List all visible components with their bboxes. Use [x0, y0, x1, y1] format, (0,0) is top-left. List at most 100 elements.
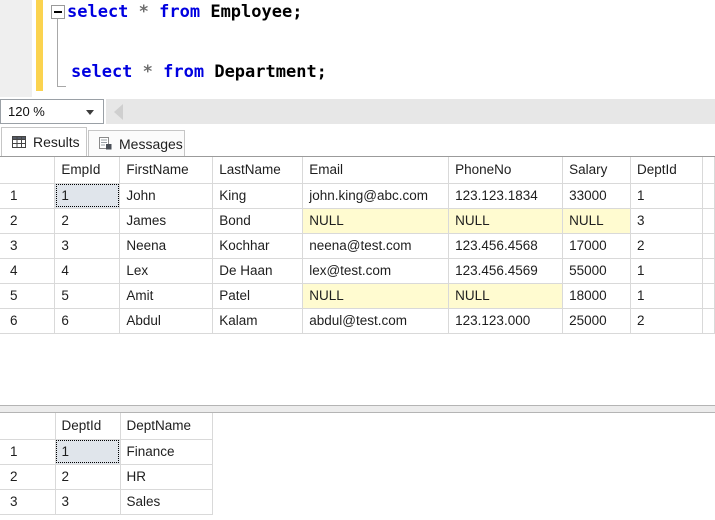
editor-bottom-strip: 120 %	[0, 97, 715, 126]
grid-cell[interactable]: De Haan	[213, 258, 303, 283]
row-number-cell[interactable]: 1	[0, 439, 55, 464]
column-header-email[interactable]: Email	[303, 157, 449, 183]
grid-cell[interactable]: Finance	[120, 439, 212, 464]
grid-cell[interactable]: NULL	[303, 208, 449, 233]
grid-row: 44LexDe Haanlex@test.com123.456.45695500…	[0, 258, 715, 283]
row-number-cell[interactable]: 5	[0, 283, 55, 308]
row-number-cell[interactable]: 2	[0, 208, 55, 233]
grid-cell[interactable]	[702, 283, 714, 308]
grid-cell[interactable]: Amit	[120, 283, 213, 308]
grid-cell[interactable]: 2	[631, 308, 703, 333]
grid-cell[interactable]: abdul@test.com	[303, 308, 449, 333]
sql-identifier: Employee;	[210, 2, 302, 22]
grid-cell[interactable]: 4	[55, 258, 120, 283]
department-results-grid-panel: DeptIdDeptName11Finance22HR33Sales	[0, 413, 715, 520]
grid-cell[interactable]: Sales	[120, 489, 212, 514]
row-number-cell[interactable]: 6	[0, 308, 55, 333]
tab-results-label: Results	[33, 134, 80, 150]
grid-row: 33Sales	[0, 489, 212, 514]
grid-cell[interactable]: 1	[631, 258, 703, 283]
scroll-left-icon[interactable]	[114, 104, 123, 120]
row-number-cell[interactable]: 1	[0, 183, 55, 208]
grid-cell[interactable]: Abdul	[120, 308, 213, 333]
grid-cell[interactable]: Kalam	[213, 308, 303, 333]
grid-cell[interactable]: 2	[55, 208, 120, 233]
grid-cell[interactable]: NULL	[303, 283, 449, 308]
grid-cell[interactable]: John	[120, 183, 213, 208]
column-header-firstname[interactable]: FirstName	[120, 157, 213, 183]
row-number-cell[interactable]: 4	[0, 258, 55, 283]
grid-cell[interactable]: 3	[55, 233, 120, 258]
grid-cell[interactable]: 5	[55, 283, 120, 308]
grid-splitter[interactable]	[0, 405, 715, 413]
sql-editor[interactable]: select * from Employee; select * from De…	[0, 0, 715, 97]
sql-keyword: from	[163, 62, 214, 82]
column-header-empty[interactable]	[702, 157, 714, 183]
column-header-lastname[interactable]: LastName	[213, 157, 303, 183]
grid-cell[interactable]: 1	[55, 439, 120, 464]
grid-cell[interactable]: 2	[631, 233, 703, 258]
grid-cell[interactable]: 3	[55, 489, 120, 514]
grid-cell[interactable]: 1	[631, 283, 703, 308]
grid-cell[interactable]: 33000	[563, 183, 631, 208]
tab-results[interactable]: Results	[1, 127, 87, 156]
grid-cell[interactable]: NULL	[449, 283, 563, 308]
grid-cell[interactable]: Bond	[213, 208, 303, 233]
grid-cell[interactable]: Patel	[213, 283, 303, 308]
grid-row: 11JohnKingjohn.king@abc.com123.123.18343…	[0, 183, 715, 208]
grid-cell[interactable]: 123.456.4569	[449, 258, 563, 283]
grid-cell[interactable]: 6	[55, 308, 120, 333]
zoom-level-dropdown[interactable]: 120 %	[0, 99, 104, 124]
tab-messages-label: Messages	[119, 136, 183, 152]
grid-cell[interactable]: john.king@abc.com	[303, 183, 449, 208]
select-all-corner[interactable]	[0, 157, 55, 183]
grid-cell[interactable]: Kochhar	[213, 233, 303, 258]
grid-cell[interactable]: 123.456.4568	[449, 233, 563, 258]
row-number-cell[interactable]: 3	[0, 233, 55, 258]
code-fold-minus-icon[interactable]	[51, 5, 65, 19]
grid-cell[interactable]	[702, 258, 714, 283]
grid-cell[interactable]: 123.123.000	[449, 308, 563, 333]
column-header-salary[interactable]: Salary	[563, 157, 631, 183]
sql-statement-1: select * from Employee;	[67, 1, 302, 24]
horizontal-scrollbar[interactable]	[106, 99, 715, 124]
row-number-cell[interactable]: 2	[0, 464, 55, 489]
grid-cell[interactable]: 17000	[563, 233, 631, 258]
grid-cell[interactable]: 25000	[563, 308, 631, 333]
grid-cell[interactable]: 2	[55, 464, 120, 489]
grid-cell[interactable]: lex@test.com	[303, 258, 449, 283]
grid-cell[interactable]: Lex	[120, 258, 213, 283]
grid-cell[interactable]	[702, 308, 714, 333]
grid-cell[interactable]: 1	[55, 183, 120, 208]
sql-identifier: Department;	[214, 62, 327, 82]
grid-cell[interactable]: 3	[631, 208, 703, 233]
grid-cell[interactable]: 18000	[563, 283, 631, 308]
column-header-deptid[interactable]: DeptId	[631, 157, 703, 183]
grid-cell[interactable]: 123.123.1834	[449, 183, 563, 208]
employee-results-table: EmpIdFirstNameLastNameEmailPhoneNoSalary…	[0, 157, 715, 334]
grid-row: 33NeenaKochharneena@test.com123.456.4568…	[0, 233, 715, 258]
employee-results-grid-panel: EmpIdFirstNameLastNameEmailPhoneNoSalary…	[0, 157, 715, 405]
grid-cell[interactable]	[702, 208, 714, 233]
grid-cell[interactable]	[702, 233, 714, 258]
column-header-deptid[interactable]: DeptId	[55, 413, 120, 439]
tab-messages[interactable]: Messages	[88, 130, 185, 156]
grid-cell[interactable]: Neena	[120, 233, 213, 258]
row-number-cell[interactable]: 3	[0, 489, 55, 514]
results-tab-strip: Results Messages	[0, 126, 715, 157]
select-all-corner[interactable]	[0, 413, 55, 439]
results-grid-icon	[12, 136, 26, 148]
grid-cell[interactable]: James	[120, 208, 213, 233]
grid-cell[interactable]: 55000	[563, 258, 631, 283]
grid-cell[interactable]	[702, 183, 714, 208]
grid-cell[interactable]: NULL	[563, 208, 631, 233]
grid-cell[interactable]: neena@test.com	[303, 233, 449, 258]
grid-cell[interactable]: NULL	[449, 208, 563, 233]
column-header-deptname[interactable]: DeptName	[120, 413, 212, 439]
column-header-empid[interactable]: EmpId	[55, 157, 120, 183]
grid-cell[interactable]: HR	[120, 464, 212, 489]
grid-cell[interactable]: 1	[631, 183, 703, 208]
column-header-phoneno[interactable]: PhoneNo	[449, 157, 563, 183]
grid-row: 22JamesBondNULLNULLNULL3	[0, 208, 715, 233]
grid-cell[interactable]: King	[213, 183, 303, 208]
